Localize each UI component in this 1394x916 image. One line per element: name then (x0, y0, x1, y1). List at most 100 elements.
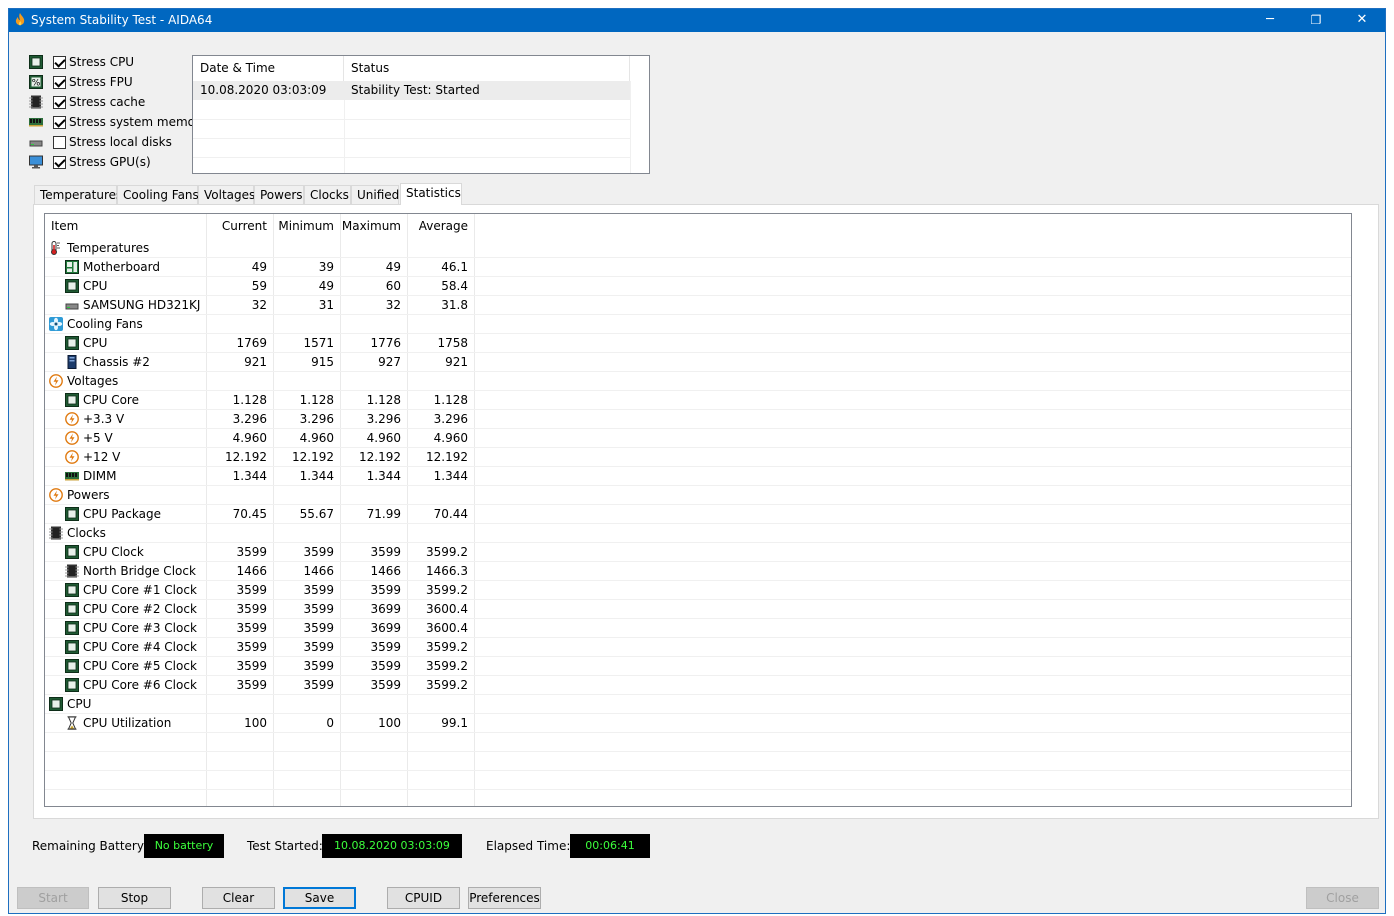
log-header-status[interactable]: Status (344, 56, 630, 81)
stats-current-value: 59 (251, 279, 267, 293)
stats-group-row[interactable]: Cooling Fans (45, 315, 1351, 334)
col-header-minimum[interactable]: Minimum (274, 214, 334, 239)
tab-clocks[interactable]: Clocks (304, 185, 351, 205)
stats-average-value: 99.1 (441, 716, 468, 730)
stats-maximum-value: 927 (378, 355, 401, 369)
stress-checkbox[interactable] (53, 156, 66, 169)
stats-average-value: 58.4 (441, 279, 468, 293)
stats-group-row[interactable]: Powers (45, 486, 1351, 505)
tab-voltages[interactable]: Voltages (198, 185, 255, 205)
tab-unified[interactable]: Unified (351, 185, 399, 205)
stats-item-row[interactable]: CPU Core #3 Clock 3599 3599 3699 3600.4 (45, 619, 1351, 638)
stress-option-row[interactable]: Stress GPU(s) (27, 153, 197, 173)
log-gridline (193, 157, 630, 158)
stats-current-value: 1466 (236, 564, 267, 578)
clear-button[interactable]: Clear (202, 887, 275, 909)
stats-item-row[interactable]: CPU Package 70.45 55.67 71.99 70.44 (45, 505, 1351, 524)
stress-option-row[interactable]: Stress CPU (27, 53, 197, 73)
stats-group-row[interactable]: Clocks (45, 524, 1351, 543)
stats-item-row[interactable]: +5 V 4.960 4.960 4.960 4.960 (45, 429, 1351, 448)
stats-item-row[interactable]: +12 V 12.192 12.192 12.192 12.192 (45, 448, 1351, 467)
stats-item-row[interactable]: Motherboard 49 39 49 46.1 (45, 258, 1351, 277)
stats-group-row[interactable]: Voltages (45, 372, 1351, 391)
stats-item-row[interactable]: CPU Core #6 Clock 3599 3599 3599 3599.2 (45, 676, 1351, 695)
log-divider (630, 81, 631, 173)
col-header-maximum[interactable]: Maximum (341, 214, 401, 239)
stats-item-row[interactable]: CPU Core 1.128 1.128 1.128 1.128 (45, 391, 1351, 410)
stats-item-name: Powers (67, 488, 110, 502)
stats-group-row[interactable]: CPU (45, 695, 1351, 714)
log-header-datetime[interactable]: Date & Time (193, 56, 344, 81)
stress-option-label[interactable]: Stress cache (69, 95, 145, 109)
tab-temperatures[interactable]: Temperatures (34, 185, 122, 205)
stats-item-name: CPU Core (83, 393, 139, 407)
stats-maximum-value: 71.99 (366, 507, 401, 521)
stress-option-label[interactable]: Stress FPU (69, 75, 133, 89)
stats-item-row[interactable]: CPU 1769 1571 1776 1758 (45, 334, 1351, 353)
voltage-icon (65, 450, 79, 464)
title-bar[interactable]: System Stability Test - AIDA64 ─ ❐ ✕ (9, 9, 1385, 32)
col-header-item[interactable]: Item (51, 214, 78, 239)
fan-icon (49, 317, 63, 331)
stats-average-value: 12.192 (426, 450, 468, 464)
stats-current-value: 100 (244, 716, 267, 730)
stress-option-label[interactable]: Stress local disks (69, 135, 172, 149)
stats-item-row[interactable]: +3.3 V 3.296 3.296 3.296 3.296 (45, 410, 1351, 429)
stress-option-row[interactable]: Stress system memory (27, 113, 207, 133)
save-button[interactable]: Save (283, 887, 356, 909)
stats-current-value: 1.128 (232, 393, 267, 407)
stress-option-label[interactable]: Stress GPU(s) (69, 155, 151, 169)
cache-chip-icon (29, 95, 43, 109)
tab-statistics[interactable]: Statistics (400, 183, 462, 205)
stats-item-row[interactable]: Chassis #2 921 915 927 921 (45, 353, 1351, 372)
log-row[interactable]: 10.08.2020 03:03:09 Stability Test: Star… (193, 81, 630, 100)
close-button[interactable]: Close (1306, 887, 1379, 909)
stats-item-row[interactable]: CPU Core #2 Clock 3599 3599 3699 3600.4 (45, 600, 1351, 619)
start-button[interactable]: Start (17, 887, 89, 909)
stats-item-name: Cooling Fans (67, 317, 143, 331)
col-header-current[interactable]: Current (205, 214, 267, 239)
stats-minimum-value: 1.344 (299, 469, 334, 483)
stress-checkbox[interactable] (53, 136, 66, 149)
stats-item-row[interactable]: CPU Utilization 100 0 100 99.1 (45, 714, 1351, 733)
cpuid-button[interactable]: CPUID (387, 887, 460, 909)
stop-button[interactable]: Stop (98, 887, 171, 909)
statistics-panel: Item Current Minimum Maximum Average Tem… (33, 204, 1379, 819)
test-started-display: 10.08.2020 03:03:09 (322, 834, 462, 858)
stats-current-value: 921 (244, 355, 267, 369)
stress-option-row[interactable]: Stress cache (27, 93, 197, 113)
stats-item-row[interactable]: CPU Core #4 Clock 3599 3599 3599 3599.2 (45, 638, 1351, 657)
stress-option-label[interactable]: Stress CPU (69, 55, 134, 69)
tab-powers[interactable]: Powers (254, 185, 304, 205)
stress-checkbox[interactable] (53, 96, 66, 109)
stats-item-row[interactable]: DIMM 1.344 1.344 1.344 1.344 (45, 467, 1351, 486)
stress-option-row[interactable]: % Stress FPU (27, 73, 197, 93)
stress-option-row[interactable]: Stress local disks (27, 133, 197, 153)
stats-maximum-value: 3599 (370, 659, 401, 673)
col-header-average[interactable]: Average (408, 214, 468, 239)
stress-checkbox[interactable] (53, 116, 66, 129)
stats-item-name: CPU Core #4 Clock (83, 640, 197, 654)
stress-checkbox[interactable] (53, 56, 66, 69)
window-close-button[interactable]: ✕ (1339, 9, 1385, 32)
stats-minimum-value: 1571 (303, 336, 334, 350)
stats-minimum-value: 3599 (303, 678, 334, 692)
stats-item-row[interactable]: CPU Core #1 Clock 3599 3599 3599 3599.2 (45, 581, 1351, 600)
stats-current-value: 3599 (236, 621, 267, 635)
stats-group-row[interactable]: Temperatures (45, 239, 1351, 258)
status-log: Date & Time Status 10.08.2020 03:03:09 S… (192, 55, 650, 174)
stats-maximum-value: 3699 (370, 602, 401, 616)
minimize-button[interactable]: ─ (1247, 9, 1293, 32)
test-started-label: Test Started: (247, 839, 323, 853)
stats-item-row[interactable]: CPU Core #5 Clock 3599 3599 3599 3599.2 (45, 657, 1351, 676)
stats-minimum-value: 3599 (303, 602, 334, 616)
stress-checkbox[interactable] (53, 76, 66, 89)
stats-item-row[interactable]: CPU 59 49 60 58.4 (45, 277, 1351, 296)
stats-item-row[interactable]: CPU Clock 3599 3599 3599 3599.2 (45, 543, 1351, 562)
tab-cooling-fans[interactable]: Cooling Fans (117, 185, 199, 205)
maximize-restore-button[interactable]: ❐ (1293, 9, 1339, 32)
preferences-button[interactable]: Preferences (468, 887, 541, 909)
stress-option-label[interactable]: Stress system memory (69, 115, 207, 129)
stats-item-row[interactable]: North Bridge Clock 1466 1466 1466 1466.3 (45, 562, 1351, 581)
stats-item-row[interactable]: SAMSUNG HD321KJ 32 31 32 31.8 (45, 296, 1351, 315)
